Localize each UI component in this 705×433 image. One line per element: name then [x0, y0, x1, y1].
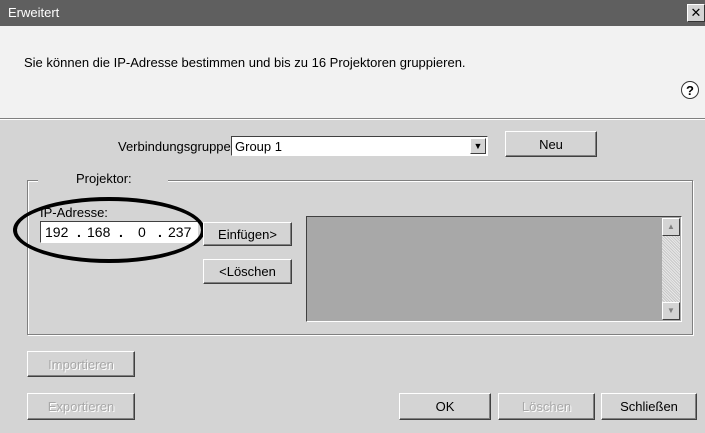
ip-octet-4: 237 — [168, 224, 192, 240]
ip-octet-2: 168 — [87, 224, 111, 240]
scroll-down-icon[interactable]: ▼ — [662, 302, 680, 320]
header-divider — [0, 118, 705, 120]
import-button[interactable]: Importieren — [27, 351, 135, 377]
new-group-button[interactable]: Neu — [505, 131, 597, 157]
export-button[interactable]: Exportieren — [27, 393, 135, 420]
ok-button[interactable]: OK — [399, 393, 491, 420]
connection-group-select[interactable]: Group 1 ▼ — [231, 136, 488, 156]
ip-octet-1: 192 — [45, 224, 69, 240]
ip-dot-1: . — [77, 224, 81, 240]
chevron-down-icon[interactable]: ▼ — [470, 138, 486, 154]
description-text: Sie können die IP-Adresse bestimmen und … — [24, 55, 466, 70]
ip-dot-3: . — [158, 224, 162, 240]
ip-address-field[interactable]: 192 . 168 . 0 . 237 — [40, 221, 198, 243]
connection-group-value: Group 1 — [235, 139, 282, 154]
ip-address-label: IP-Adresse: — [40, 205, 108, 220]
insert-button[interactable]: Einfügen> — [203, 222, 292, 246]
projector-list[interactable]: ▲ ▼ — [306, 216, 682, 322]
remove-button[interactable]: <Löschen — [203, 259, 292, 284]
help-icon[interactable]: ? — [681, 81, 699, 99]
scroll-up-icon[interactable]: ▲ — [662, 218, 680, 236]
close-icon[interactable]: ✕ — [687, 4, 705, 22]
vertical-scrollbar[interactable]: ▲ ▼ — [662, 218, 680, 320]
advanced-dialog: Erweitert ✕ Sie können die IP-Adresse be… — [0, 0, 705, 433]
title-bar[interactable]: Erweitert ✕ — [0, 0, 705, 26]
delete-button[interactable]: Löschen — [498, 393, 595, 420]
projector-group-title: Projektor: — [38, 171, 168, 186]
header-panel — [0, 26, 705, 118]
close-button[interactable]: Schließen — [601, 393, 697, 420]
connection-group-label: Verbindungsgruppe: — [118, 139, 235, 154]
ip-dot-2: . — [119, 224, 123, 240]
ip-octet-3: 0 — [138, 224, 146, 240]
window-title: Erweitert — [8, 5, 60, 20]
